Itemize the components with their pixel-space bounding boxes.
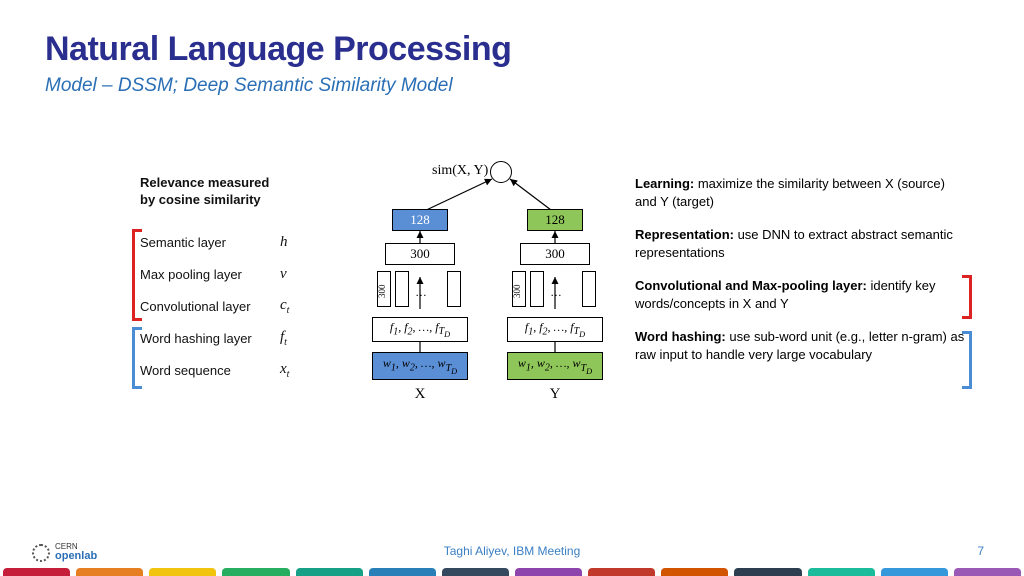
axis-x: X — [365, 386, 475, 403]
layer-maxpool: Max pooling layerv — [140, 259, 350, 291]
x-300: 300 — [385, 243, 455, 265]
x-f: f1, f2, …, fTD — [372, 317, 468, 342]
bracket-blue-left — [132, 327, 135, 389]
bracket-red-right — [969, 275, 972, 319]
layer-conv: Convolutional layerct — [140, 291, 350, 323]
layer-semantic: Semantic layerh — [140, 227, 350, 259]
y-conv: 300 … — [500, 271, 610, 311]
desc-learning: Learning: maximize the similarity betwee… — [635, 175, 970, 210]
footer-author: Taghi Aliyev, IBM Meeting — [0, 544, 1024, 558]
column-y: 128 300 300 … f1, f2, …, fTD w1, w2, …, … — [500, 193, 610, 403]
network-diagram: sim(X, Y) 128 300 300 … f1, f2, …, fTD w… — [350, 157, 630, 417]
x-w: w1, w2, …, wTD — [372, 352, 468, 379]
cosine-label: Relevance measured by cosine similarity — [140, 175, 350, 209]
diagram-area: Relevance measured by cosine similarity … — [0, 175, 1024, 475]
axis-y: Y — [500, 386, 610, 403]
sim-label: sim(X, Y) — [432, 163, 488, 179]
slide-subtitle: Model – DSSM; Deep Semantic Similarity M… — [45, 75, 979, 97]
slide: Natural Language Processing Model – DSSM… — [0, 0, 1024, 576]
desc-hash: Word hashing: use sub-word unit (e.g., l… — [635, 328, 970, 363]
bracket-red-left — [132, 229, 135, 321]
sim-node — [490, 161, 512, 183]
desc-representation: Representation: use DNN to extract abstr… — [635, 226, 970, 261]
y-f: f1, f2, …, fTD — [507, 317, 603, 342]
y-128: 128 — [527, 209, 583, 231]
layer-labels: Relevance measured by cosine similarity … — [140, 175, 350, 387]
y-300: 300 — [520, 243, 590, 265]
descriptions: Learning: maximize the similarity betwee… — [635, 175, 970, 379]
column-x: 128 300 300 … f1, f2, …, fTD w1, w2, …, … — [365, 193, 475, 403]
slide-title: Natural Language Processing — [45, 30, 979, 69]
x-128: 128 — [392, 209, 448, 231]
layer-seq: Word sequencext — [140, 355, 350, 387]
x-conv: 300 … — [365, 271, 475, 311]
desc-conv: Convolutional and Max-pooling layer: ide… — [635, 277, 970, 312]
color-ribbon — [0, 568, 1024, 576]
y-w: w1, w2, …, wTD — [507, 352, 603, 379]
page-number: 7 — [977, 544, 984, 558]
bracket-blue-right — [969, 331, 972, 389]
layer-hash: Word hashing layerft — [140, 323, 350, 355]
